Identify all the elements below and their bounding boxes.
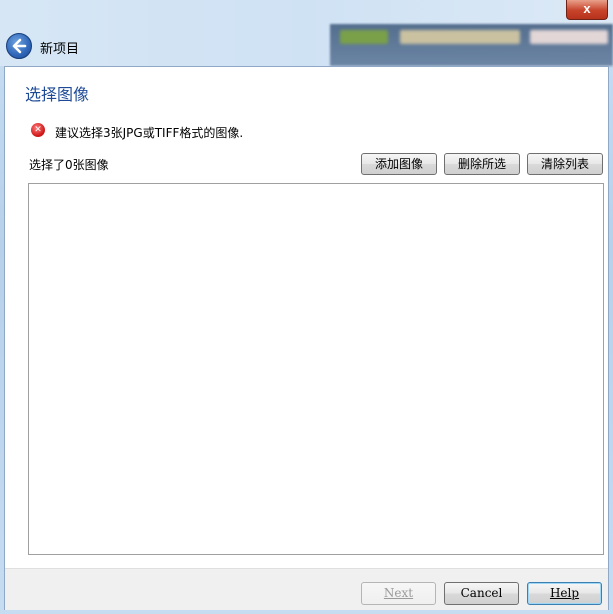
background-chip xyxy=(340,30,388,44)
footer-bar: Next Cancel Help xyxy=(5,568,608,610)
background-chip xyxy=(530,30,608,44)
clear-list-button[interactable]: 清除列表 xyxy=(527,153,603,175)
arrow-left-icon xyxy=(12,38,27,54)
wizard-page: 选择图像 ✕ 建议选择3张JPG或TIFF格式的图像. 选择了0张图像 添加图像… xyxy=(4,66,609,610)
add-images-button[interactable]: 添加图像 xyxy=(361,153,437,175)
next-label: Next xyxy=(383,586,414,600)
next-button[interactable]: Next xyxy=(361,582,436,605)
selected-count-label: 选择了0张图像 xyxy=(29,158,109,172)
help-button[interactable]: Help xyxy=(527,582,602,605)
page-title: 选择图像 xyxy=(25,85,90,104)
background-chip xyxy=(400,30,520,44)
image-list[interactable] xyxy=(28,183,604,555)
error-circle-icon: ✕ xyxy=(31,123,45,137)
cancel-button[interactable]: Cancel xyxy=(444,582,519,605)
close-button[interactable]: x xyxy=(566,0,608,20)
warning-message: 建议选择3张JPG或TIFF格式的图像. xyxy=(55,126,244,140)
delete-selected-button[interactable]: 删除所选 xyxy=(444,153,520,175)
back-button[interactable] xyxy=(6,33,32,59)
help-label: Help xyxy=(549,586,580,600)
window-title: 新项目 xyxy=(40,42,80,57)
